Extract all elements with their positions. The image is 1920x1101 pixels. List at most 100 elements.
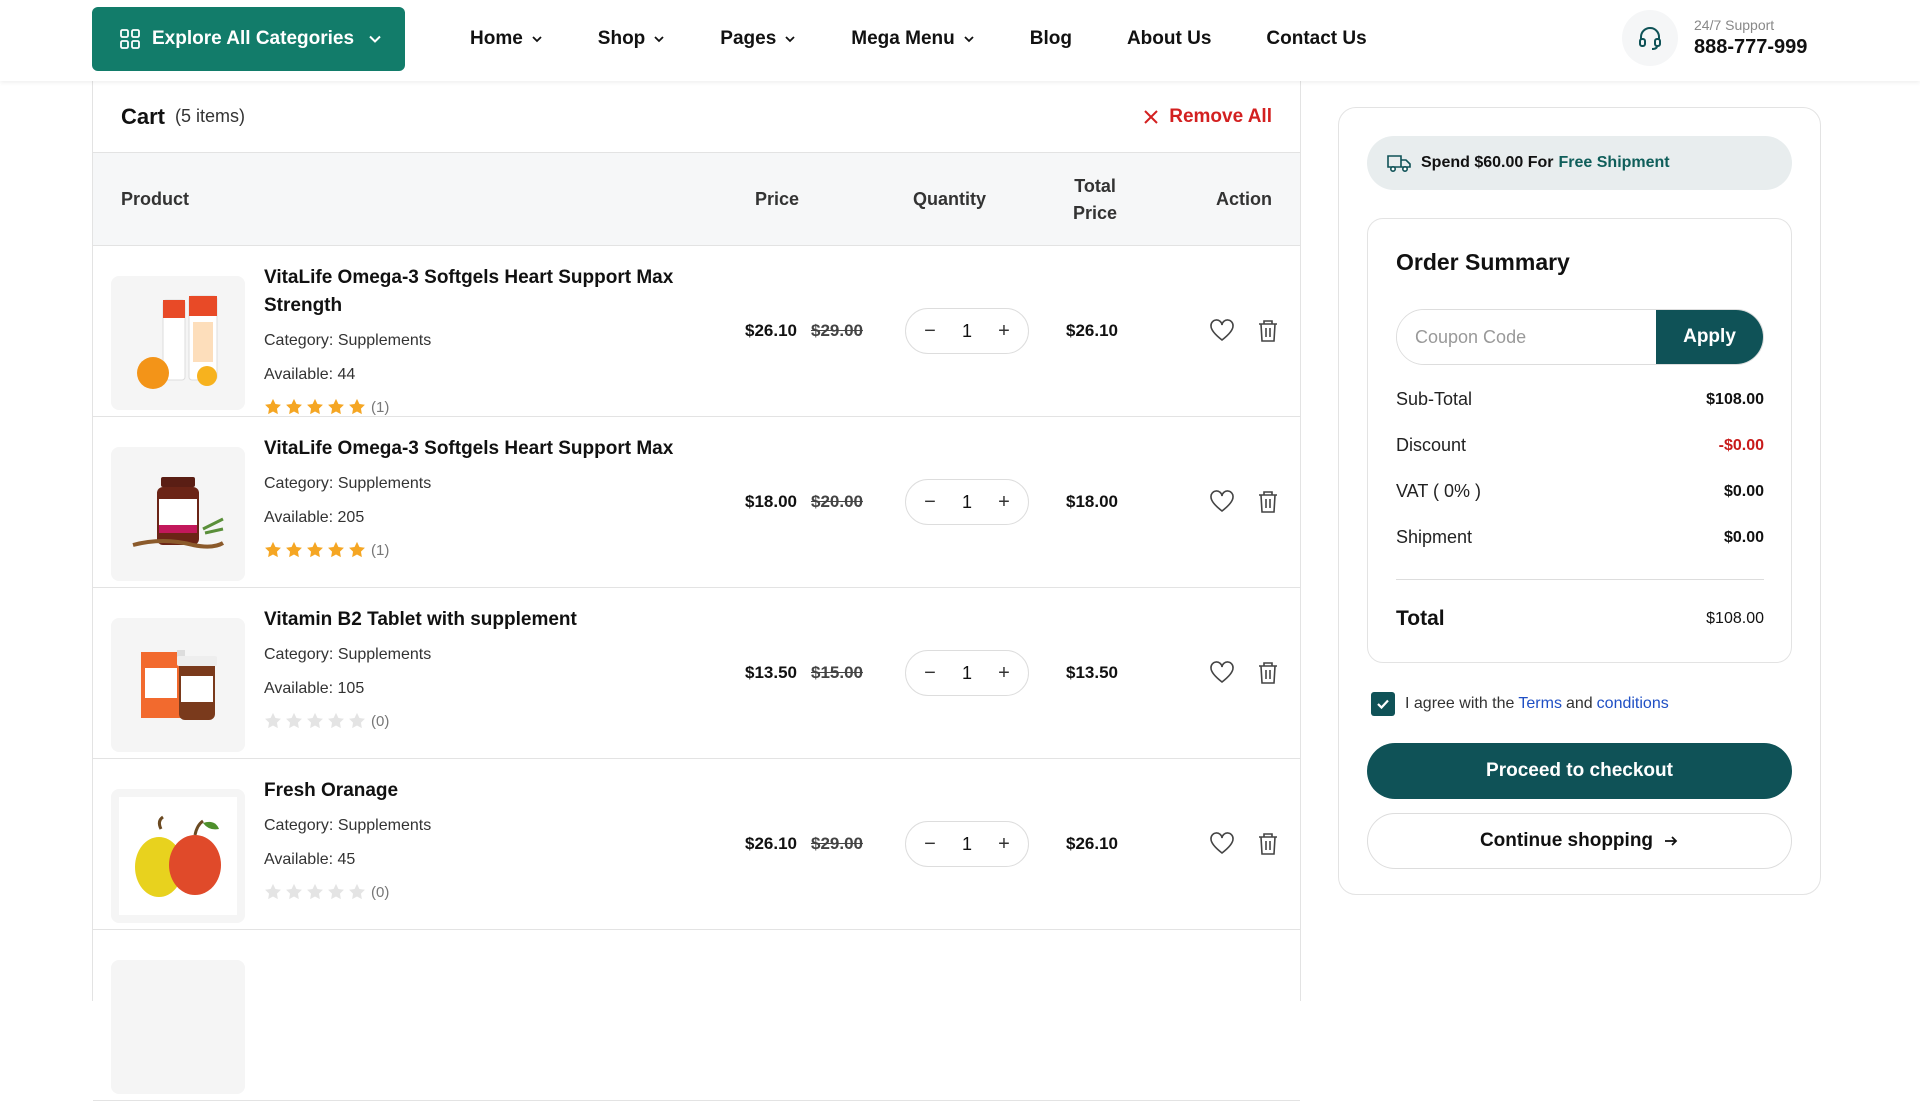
- product-image[interactable]: [111, 276, 245, 410]
- close-icon: [1144, 109, 1158, 124]
- checkout-label: Proceed to checkout: [1486, 760, 1673, 781]
- coupon-input[interactable]: [1397, 310, 1656, 364]
- quantity-value[interactable]: 1: [962, 834, 972, 855]
- nav-contact-us[interactable]: Contact Us: [1266, 28, 1366, 50]
- quantity-value[interactable]: 1: [962, 321, 972, 342]
- quantity-value[interactable]: 1: [962, 492, 972, 513]
- nav-shop[interactable]: Shop: [598, 28, 666, 50]
- star-empty-icon: [349, 712, 365, 729]
- nav-pages[interactable]: Pages: [720, 28, 796, 50]
- table-row: Fresh Oranage Category: Supplements Avai…: [93, 759, 1300, 930]
- nav-shop-label: Shop: [597, 28, 646, 49]
- nav-mega-menu-label: Mega Menu: [851, 28, 955, 49]
- support-phone[interactable]: 888-777-999: [1694, 36, 1807, 59]
- shipment-label: Shipment: [1396, 527, 1473, 547]
- decrease-button[interactable]: −: [920, 320, 940, 343]
- trash-icon[interactable]: [1255, 831, 1281, 857]
- quantity-value[interactable]: 1: [962, 663, 972, 684]
- order-sidebar: Spend $60.00 For Free Shipment Order Sum…: [1338, 107, 1821, 895]
- product-available: Available: 205: [264, 509, 365, 526]
- heart-icon[interactable]: [1209, 660, 1235, 686]
- vat-label: VAT ( 0% ): [1396, 481, 1482, 501]
- increase-button[interactable]: +: [994, 662, 1014, 685]
- support-label: 24/7 Support: [1694, 17, 1775, 33]
- product-available: Available: 105: [264, 680, 365, 697]
- increase-button[interactable]: +: [994, 491, 1014, 514]
- product-image[interactable]: [111, 618, 245, 752]
- col-total-price-line2: Price: [1073, 202, 1118, 223]
- arrow-right-icon: [1665, 836, 1678, 846]
- review-count: (1): [371, 398, 390, 416]
- explore-categories-button[interactable]: Explore All Categories: [92, 7, 405, 71]
- nav-contact-us-label: Contact Us: [1266, 28, 1367, 49]
- product-name[interactable]: VitaLife Omega-3 Softgels Heart Support …: [264, 435, 684, 463]
- line-total: $26.10: [1066, 321, 1118, 340]
- product-name[interactable]: Fresh Oranage: [264, 777, 684, 805]
- star-icon: [349, 398, 365, 415]
- heart-icon[interactable]: [1209, 318, 1235, 344]
- product-name-line1: Fresh Oranage: [264, 780, 399, 801]
- continue-shopping-button[interactable]: Continue shopping: [1367, 813, 1792, 869]
- nav-mega-menu[interactable]: Mega Menu: [851, 28, 974, 50]
- line-total: $13.50: [1066, 663, 1118, 682]
- rating-stars: (0): [264, 712, 389, 730]
- star-empty-icon: [307, 883, 323, 900]
- star-empty-icon: [328, 712, 344, 729]
- product-name[interactable]: Vitamin B2 Tablet with supplement: [264, 606, 684, 634]
- agree-and: and: [1565, 695, 1593, 712]
- line-total: $18.00: [1066, 492, 1118, 511]
- free-shipping-banner: Spend $60.00 For Free Shipment: [1367, 136, 1792, 190]
- proceed-to-checkout-button[interactable]: Proceed to checkout: [1367, 743, 1792, 799]
- increase-button[interactable]: +: [994, 320, 1014, 343]
- star-empty-icon: [265, 712, 281, 729]
- chevron-down-icon: [532, 36, 542, 43]
- summary-divider: [1396, 579, 1764, 580]
- product-image[interactable]: [111, 447, 245, 581]
- star-icon: [265, 398, 281, 415]
- table-row: VitaLife Omega-3 Softgels Heart Support …: [93, 246, 1300, 417]
- vat-value: $0.00: [1723, 482, 1764, 500]
- decrease-button[interactable]: −: [920, 833, 940, 856]
- free-shipping-accent: Free Shipment: [1558, 154, 1670, 171]
- conditions-link[interactable]: conditions: [1597, 695, 1669, 713]
- cart-panel: Cart (5 items) Remove All Product Price …: [92, 81, 1301, 1101]
- chevron-down-icon: [369, 35, 381, 43]
- nav-blog[interactable]: Blog: [1030, 28, 1072, 50]
- terms-agreement: I agree with the Terms and conditions: [1371, 692, 1673, 716]
- cart-count: (5 items): [175, 106, 246, 126]
- table-row: VitaLife Omega-3 Softgels Heart Support …: [93, 417, 1300, 588]
- remove-all-button[interactable]: Remove All: [1143, 106, 1272, 128]
- product-image[interactable]: [111, 960, 245, 1094]
- apply-button[interactable]: Apply: [1656, 310, 1763, 364]
- free-shipping-text: Spend $60.00 For: [1421, 154, 1554, 171]
- trash-icon[interactable]: [1255, 489, 1281, 515]
- nav-home[interactable]: Home: [470, 28, 543, 50]
- agree-checkbox[interactable]: [1371, 692, 1395, 716]
- increase-button[interactable]: +: [994, 833, 1014, 856]
- rating-stars: (0): [264, 883, 389, 901]
- star-icon: [265, 541, 281, 558]
- trash-icon[interactable]: [1255, 318, 1281, 344]
- truck-icon: [1387, 155, 1411, 173]
- decrease-button[interactable]: −: [920, 491, 940, 514]
- product-image[interactable]: [111, 789, 245, 923]
- rating-stars: (1): [264, 398, 389, 416]
- explore-categories-label: Explore All Categories: [152, 28, 355, 49]
- table-row: Vitamin B2 Tablet with supplement Catego…: [93, 588, 1300, 759]
- product-name[interactable]: VitaLife Omega-3 Softgels Heart Support …: [264, 264, 684, 320]
- product-price: $26.10: [745, 834, 797, 853]
- trash-icon[interactable]: [1255, 660, 1281, 686]
- heart-icon[interactable]: [1209, 831, 1235, 857]
- terms-link[interactable]: Terms: [1518, 695, 1562, 713]
- heart-icon[interactable]: [1209, 489, 1235, 515]
- nav-about-us[interactable]: About Us: [1127, 28, 1211, 50]
- col-quantity: Quantity: [913, 189, 987, 209]
- order-summary: Order Summary Apply Sub-Total $108.00 Dis…: [1367, 218, 1792, 663]
- product-available: Available: 44: [264, 366, 356, 383]
- star-icon: [328, 541, 344, 558]
- cart-table-header: Product Price Quantity Total Price Action: [93, 153, 1300, 246]
- decrease-button[interactable]: −: [920, 662, 940, 685]
- star-empty-icon: [286, 883, 302, 900]
- quantity-stepper: − 1 +: [905, 650, 1029, 696]
- top-header: Explore All Categories Home Shop Pages M…: [0, 0, 1920, 81]
